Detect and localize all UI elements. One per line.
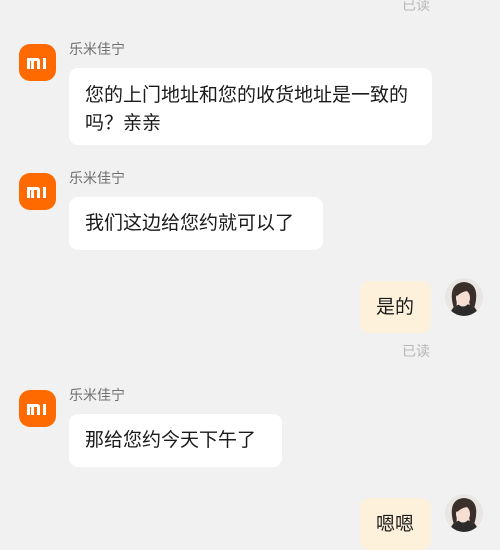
sender-name: 乐米佳宁 (69, 388, 125, 404)
read-status: 已读 (402, 344, 430, 360)
xiaomi-logo-icon[interactable] (19, 44, 56, 81)
my-message-bubble[interactable]: 嗯嗯 (360, 498, 431, 550)
user-avatar[interactable] (445, 278, 483, 316)
sender-name: 乐米佳宁 (69, 171, 125, 187)
read-status: 已读 (402, 0, 430, 14)
message-bubble[interactable]: 那给您约今天下午了 (69, 414, 282, 467)
my-message-bubble[interactable]: 是的 (360, 281, 431, 333)
message-text: 您的上门地址和您的收货地址是一致的吗？亲亲 (85, 84, 409, 134)
xiaomi-logo-icon[interactable] (19, 173, 56, 210)
message-text: 我们这边给您约就可以了 (85, 212, 295, 234)
message-text: 那给您约今天下午了 (85, 429, 257, 451)
user-avatar[interactable] (445, 494, 483, 532)
xiaomi-logo-icon[interactable] (19, 390, 56, 427)
message-bubble[interactable]: 我们这边给您约就可以了 (69, 197, 323, 250)
sender-name: 乐米佳宁 (69, 42, 125, 58)
message-bubble[interactable]: 您的上门地址和您的收货地址是一致的吗？亲亲 (69, 68, 432, 145)
message-text: 是的 (376, 296, 415, 318)
